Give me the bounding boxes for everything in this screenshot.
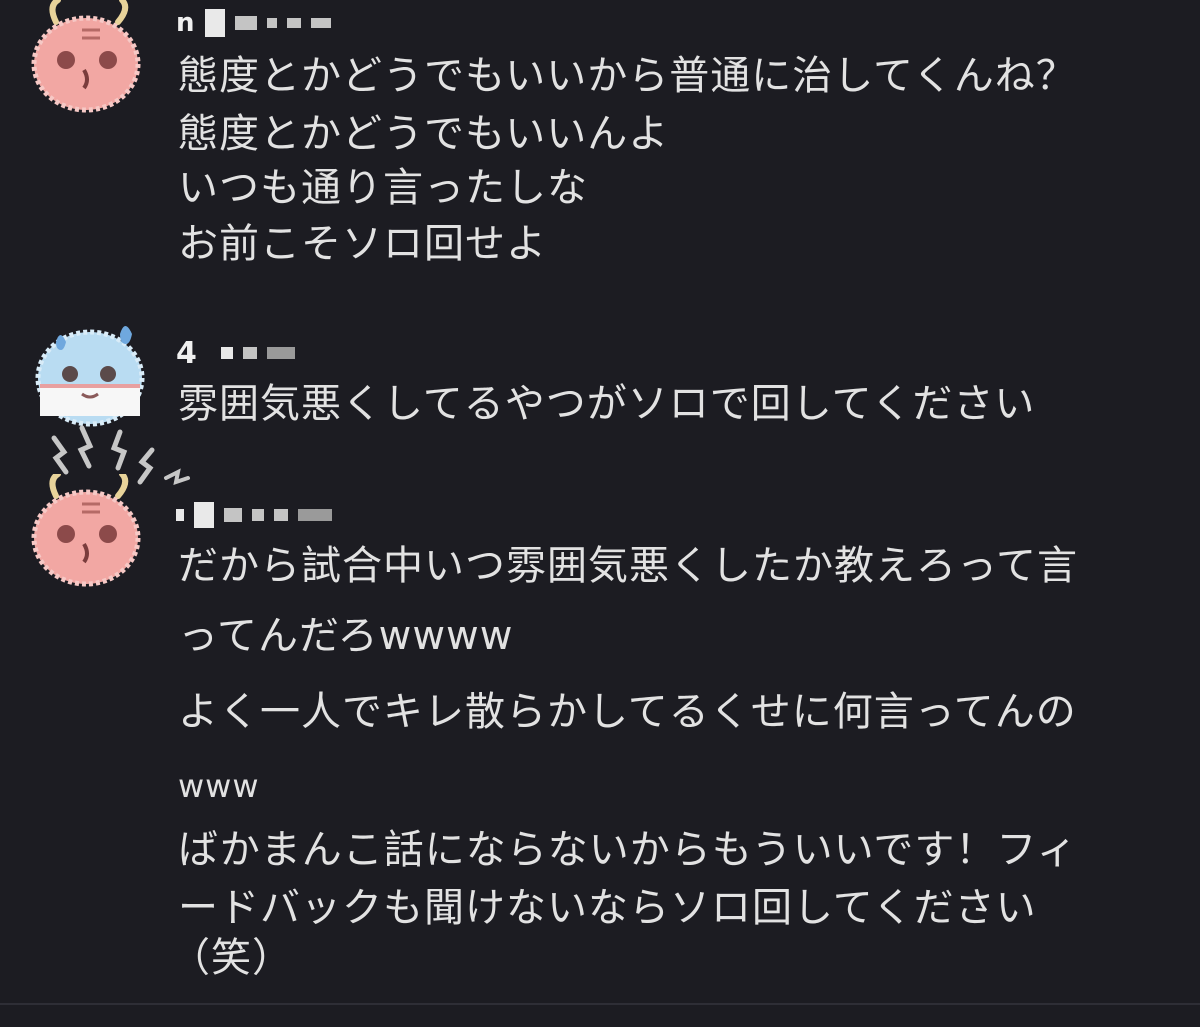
censored-name-block bbox=[266, 347, 295, 359]
censored-name-block bbox=[286, 18, 301, 28]
censored-name-block bbox=[234, 16, 257, 30]
author-name[interactable]: 4 bbox=[176, 335, 295, 371]
red-oni-mascot-icon bbox=[31, 0, 141, 113]
message-line: www bbox=[178, 767, 260, 805]
censored-name-block bbox=[252, 509, 264, 521]
censored-name-block bbox=[266, 18, 277, 28]
avatar[interactable] bbox=[30, 316, 148, 434]
avatar[interactable] bbox=[26, 474, 144, 592]
censored-name-block bbox=[242, 347, 257, 359]
censored-name-block bbox=[224, 508, 242, 522]
censored-name-block bbox=[274, 509, 288, 521]
censored-name-block bbox=[204, 9, 225, 37]
message-line: だから試合中いつ雰囲気悪くしたか教えろって言 bbox=[178, 543, 1078, 589]
author-name[interactable] bbox=[176, 500, 342, 530]
censored-name-block bbox=[298, 509, 332, 521]
censored-name-block bbox=[310, 18, 331, 28]
censored-name-block bbox=[176, 509, 184, 521]
message-line: 態度とかどうでもいいんよ bbox=[178, 111, 670, 157]
message-line: 態度とかどうでもいいから普通に治してくんね？ bbox=[178, 53, 1077, 99]
censored-name-block bbox=[220, 347, 233, 359]
message-line: いつも通り言ったしな bbox=[178, 165, 588, 211]
message-line: よく一人でキレ散らかしてるくせに何言ってんの bbox=[178, 689, 1077, 735]
avatar[interactable] bbox=[26, 0, 144, 118]
author-name[interactable]: n bbox=[176, 8, 331, 38]
message-line: ってんだろwwww bbox=[178, 613, 514, 659]
red-oni-mascot-icon bbox=[31, 474, 141, 587]
censored-name-block bbox=[194, 502, 214, 528]
message-line: ードバックも聞けないならソロ回してください bbox=[178, 885, 1037, 931]
author-name-text: n bbox=[176, 8, 195, 38]
message-line: ばかまんこ話にならないからもういいです！フィ bbox=[178, 827, 1078, 873]
bottom-divider bbox=[0, 1003, 1200, 1005]
message-line: 雰囲気悪くしてるやつがソロで回してください bbox=[178, 381, 1036, 427]
author-name-text: 4 bbox=[176, 335, 197, 371]
blue-sweat-mascot-icon bbox=[35, 326, 145, 427]
message-line: （笑） bbox=[170, 935, 293, 981]
message-line: お前こそソロ回せよ bbox=[178, 221, 547, 267]
